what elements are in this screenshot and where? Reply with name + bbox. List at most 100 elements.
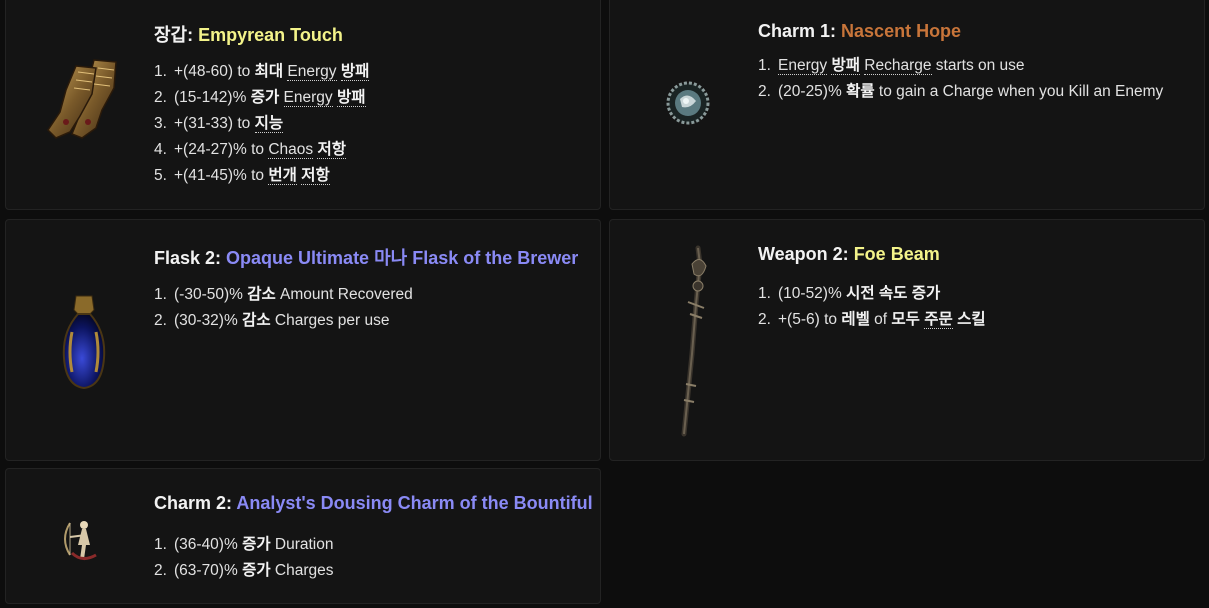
modifier-list: 1. (10-52)% 시전 속도 증가 2. +(5-6) to 레벨 of 모두 … [758, 281, 986, 333]
modifier-number: 2. [154, 562, 167, 579]
modifier-number: 2. [758, 311, 771, 328]
modifier-line: 4. +(24-27)% to Chaos 저항 [154, 137, 369, 163]
modifier-text: (30-32)% [174, 312, 243, 329]
modifier-text: 증가 [242, 536, 271, 553]
modifier-text: 스킬 [957, 311, 986, 328]
modifier-text: (20-25)% [778, 83, 847, 100]
item-name: Analyst's Dousing Charm of the Bountiful [236, 493, 593, 513]
modifier-text: 모두 [891, 311, 920, 328]
modifier-text: Duration [270, 536, 334, 553]
modifier-line: 1. Energy 방패 Recharge starts on use [758, 53, 1163, 79]
modifier-text: of [869, 311, 892, 328]
modifier-number: 1. [758, 285, 771, 302]
modifier-text: (10-52)% [778, 285, 847, 302]
item-card-charm-1: Charm 1: Nascent Hope 1. Energy 방패 Rechar… [609, 0, 1205, 210]
modifier-text: Charges per use [270, 312, 390, 329]
modifier-number: 1. [154, 286, 167, 303]
modifier-text: 증가 [250, 89, 280, 106]
modifier-number: 5. [154, 167, 167, 184]
modifier-text: +(5-6) to [778, 311, 842, 328]
tooltip-term[interactable]: 방패 [831, 57, 860, 75]
slot-label: Flask 2: [154, 248, 227, 268]
modifier-line: 1. (10-52)% 시전 속도 증가 [758, 281, 986, 307]
item-name: Foe Beam [853, 244, 940, 264]
modifier-text: +(24-27)% to [174, 141, 269, 158]
modifier-list: 1. +(48-60) to 최대 Energy 방패 2. (15-142)% 증가… [154, 59, 370, 189]
modifier-text: (15-142)% [174, 89, 251, 106]
modifier-number: 2. [154, 89, 167, 106]
slot-label: 장갑: [154, 25, 199, 45]
modifier-line: 1. (36-40)% 증가 Duration [154, 532, 334, 558]
modifier-line: 5. +(41-45)% to 번개 저항 [154, 163, 369, 189]
tooltip-term[interactable]: 방패 [336, 89, 366, 107]
modifier-number: 3. [154, 115, 167, 132]
modifier-number: 4. [154, 141, 167, 158]
modifier-line: 3. +(31-33) to 지능 [154, 111, 369, 137]
modifier-text: 증가 [242, 562, 271, 579]
tooltip-term[interactable]: Energy [287, 63, 337, 81]
tooltip-term[interactable]: 저항 [317, 141, 346, 159]
modifier-list: 1. (-30-50)% 감소 Amount Recovered 2. (30-32)… [154, 282, 413, 334]
item-title: Flask 2: Opaque Ultimate 마나 Flask of the… [154, 244, 578, 270]
modifier-line: 2. (15-142)% 증가 Energy 방패 [154, 85, 369, 111]
modifier-text: Amount Recovered [275, 286, 413, 303]
modifier-text: +(31-33) to [174, 115, 255, 132]
mana-flask-icon [46, 290, 122, 394]
item-title: Weapon 2: Foe Beam [758, 244, 940, 265]
modifier-list: 1. Energy 방패 Recharge starts on use 2. (20-… [758, 53, 1163, 105]
item-card-charm-2: Charm 2: Analyst's Dousing Charm of the … [5, 468, 601, 604]
tooltip-term[interactable]: Recharge [864, 57, 932, 75]
tooltip-term[interactable]: 주문 [924, 311, 953, 329]
item-title: Charm 2: Analyst's Dousing Charm of the … [154, 493, 593, 514]
modifier-text: 시전 속도 증가 [846, 285, 941, 302]
modifier-text: (63-70)% [174, 562, 243, 579]
slot-label: Weapon 2: [758, 244, 854, 264]
item-name: Nascent Hope [841, 21, 962, 41]
modifier-line: 2. +(5-6) to 레벨 of 모두 주문 스킬 [758, 307, 986, 333]
modifier-list: 1. (36-40)% 증가 Duration 2. (63-70)% 증가 Char… [154, 532, 334, 584]
modifier-text: 감소 [242, 312, 271, 329]
item-card-flask-2: Flask 2: Opaque Ultimate 마나 Flask of the… [5, 219, 601, 461]
modifier-text: +(48-60) to [174, 63, 255, 80]
modifier-number: 2. [758, 83, 771, 100]
modifier-text: starts on use [931, 57, 1025, 74]
modifier-number: 1. [758, 57, 771, 74]
modifier-text: 감소 [247, 286, 276, 303]
tooltip-term[interactable]: 방패 [340, 63, 370, 81]
tooltip-term[interactable]: 지능 [254, 115, 284, 133]
tooltip-term[interactable]: Energy [283, 89, 333, 107]
item-card-weapon-2: Weapon 2: Foe Beam 1. (10-52)% 시전 속도 증가 2.… [609, 219, 1205, 461]
modifier-text: 레벨 [841, 311, 870, 328]
modifier-text: to gain a Charge when you Kill an Enemy [874, 83, 1164, 100]
staff-icon [650, 242, 730, 442]
modifier-text: Charges [270, 562, 334, 579]
modifier-text: (-30-50)% [174, 286, 248, 303]
modifier-text: 확률 [846, 83, 875, 100]
charm-amulet-icon [654, 69, 722, 137]
modifier-number: 1. [154, 63, 167, 80]
modifier-text [279, 89, 283, 106]
modifier-number: 2. [154, 312, 167, 329]
item-name: Empyrean Touch [198, 25, 343, 45]
gauntlets-icon [34, 45, 134, 155]
item-name: Opaque Ultimate 마나 Flask of the Brewer [226, 248, 579, 268]
modifier-line: 1. (-30-50)% 감소 Amount Recovered [154, 282, 413, 308]
tooltip-term[interactable]: Energy [778, 57, 828, 75]
item-card-gloves: 장갑: Empyrean Touch 1. +(48-60) to 최대 Ener… [5, 0, 601, 210]
modifier-line: 2. (30-32)% 감소 Charges per use [154, 308, 413, 334]
modifier-text: +(41-45)% to [174, 167, 269, 184]
modifier-line: 2. (20-25)% 확률 to gain a Charge when you … [758, 79, 1163, 105]
tooltip-term[interactable]: Chaos [268, 141, 314, 159]
tooltip-term[interactable]: 번개 [268, 167, 297, 185]
slot-label: Charm 2: [154, 493, 237, 513]
tooltip-term[interactable]: 저항 [301, 167, 330, 185]
modifier-text: (36-40)% [174, 536, 243, 553]
modifier-number: 1. [154, 536, 167, 553]
modifier-line: 1. +(48-60) to 최대 Energy 방패 [154, 59, 370, 85]
modifier-line: 2. (63-70)% 증가 Charges [154, 558, 334, 584]
modifier-text: 최대 [254, 63, 284, 80]
archer-charm-icon [52, 509, 112, 569]
item-title: 장갑: Empyrean Touch [154, 21, 343, 47]
item-title: Charm 1: Nascent Hope [758, 21, 961, 42]
slot-label: Charm 1: [758, 21, 842, 41]
